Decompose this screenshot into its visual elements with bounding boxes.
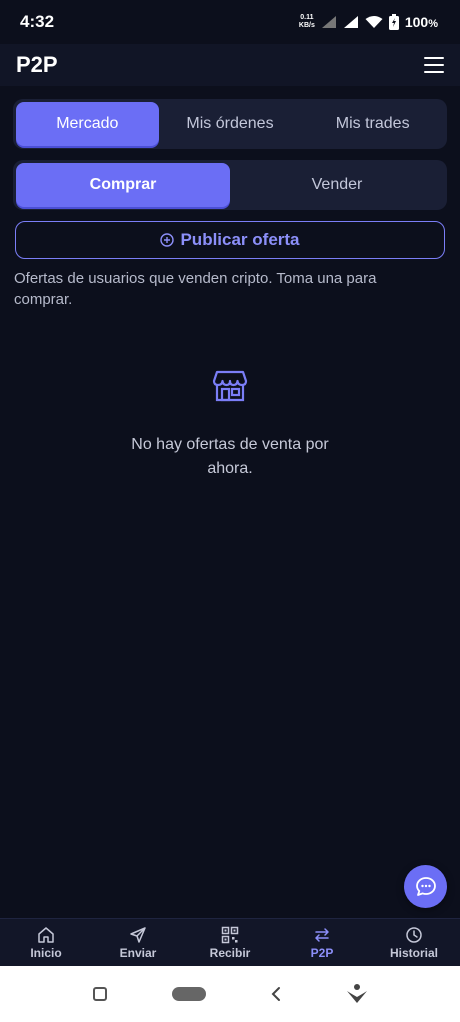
nav-label: Enviar	[119, 945, 157, 960]
market-tabs: Mercado Mis órdenes Mis trades	[13, 99, 447, 149]
status-time: 4:32	[20, 12, 55, 31]
plus-circle-icon	[160, 233, 175, 247]
net-speed: 0.11 KB/s	[299, 14, 315, 30]
tab-mis-trades[interactable]: Mis trades	[301, 102, 444, 146]
store-icon	[212, 370, 248, 402]
battery-icon	[388, 14, 399, 30]
net-speed-unit: KB/s	[298, 22, 315, 29]
pill-icon	[172, 987, 206, 1001]
clock-icon	[406, 926, 422, 943]
send-icon	[130, 926, 146, 943]
tab-mis-ordenes[interactable]: Mis órdenes	[159, 102, 302, 146]
bottom-nav: Inicio Enviar Recibir P2P Historial	[0, 918, 460, 966]
nav-enviar[interactable]: Enviar	[92, 919, 184, 966]
buy-button[interactable]: Comprar	[16, 163, 230, 207]
nav-historial[interactable]: Historial	[368, 919, 460, 966]
chat-icon	[415, 876, 436, 896]
home-icon	[38, 926, 54, 943]
status-icons: 0.11 KB/s 100%	[299, 14, 438, 30]
home-pill-button[interactable]	[172, 987, 206, 1001]
buy-sell-toggle: Comprar Vender	[13, 160, 447, 210]
battery-level: 100%	[404, 14, 438, 30]
nav-label: Historial	[389, 945, 438, 960]
assistant-icon	[347, 984, 367, 1003]
wifi-icon	[365, 16, 383, 28]
nav-label: P2P	[310, 945, 334, 960]
net-speed-value: 0.11	[300, 14, 314, 21]
signal-off-icon	[321, 16, 336, 28]
publish-offer-button[interactable]: Publicar oferta	[15, 221, 445, 259]
page-title: P2P	[16, 52, 58, 77]
nav-recibir[interactable]: Recibir	[184, 919, 276, 966]
hamburger-icon[interactable]	[424, 57, 444, 73]
swap-icon	[315, 927, 329, 942]
signal-icon	[343, 16, 358, 28]
recents-button[interactable]	[92, 986, 108, 1002]
square-icon	[93, 987, 107, 1001]
status-bar: 4:32 0.11 KB/s 100%	[0, 0, 460, 44]
publish-offer-label: Publicar oferta	[180, 230, 300, 249]
empty-state-message: No hay ofertas de venta por ahora.	[131, 436, 329, 477]
system-nav-bar	[0, 966, 460, 1022]
assistant-button[interactable]	[346, 983, 368, 1005]
nav-label: Inicio	[30, 945, 62, 960]
chevron-left-icon	[271, 987, 280, 1001]
back-button[interactable]	[270, 986, 282, 1002]
tab-mercado[interactable]: Mercado	[16, 102, 159, 146]
offers-description: Ofertas de usuarios que venden cripto. T…	[14, 270, 377, 308]
nav-label: Recibir	[209, 945, 251, 960]
nav-p2p[interactable]: P2P	[276, 919, 368, 966]
app-bar: P2P	[0, 44, 460, 86]
chat-button[interactable]	[404, 865, 447, 908]
qr-icon	[221, 926, 239, 943]
nav-inicio[interactable]: Inicio	[0, 919, 92, 966]
sell-button[interactable]: Vender	[230, 163, 444, 207]
